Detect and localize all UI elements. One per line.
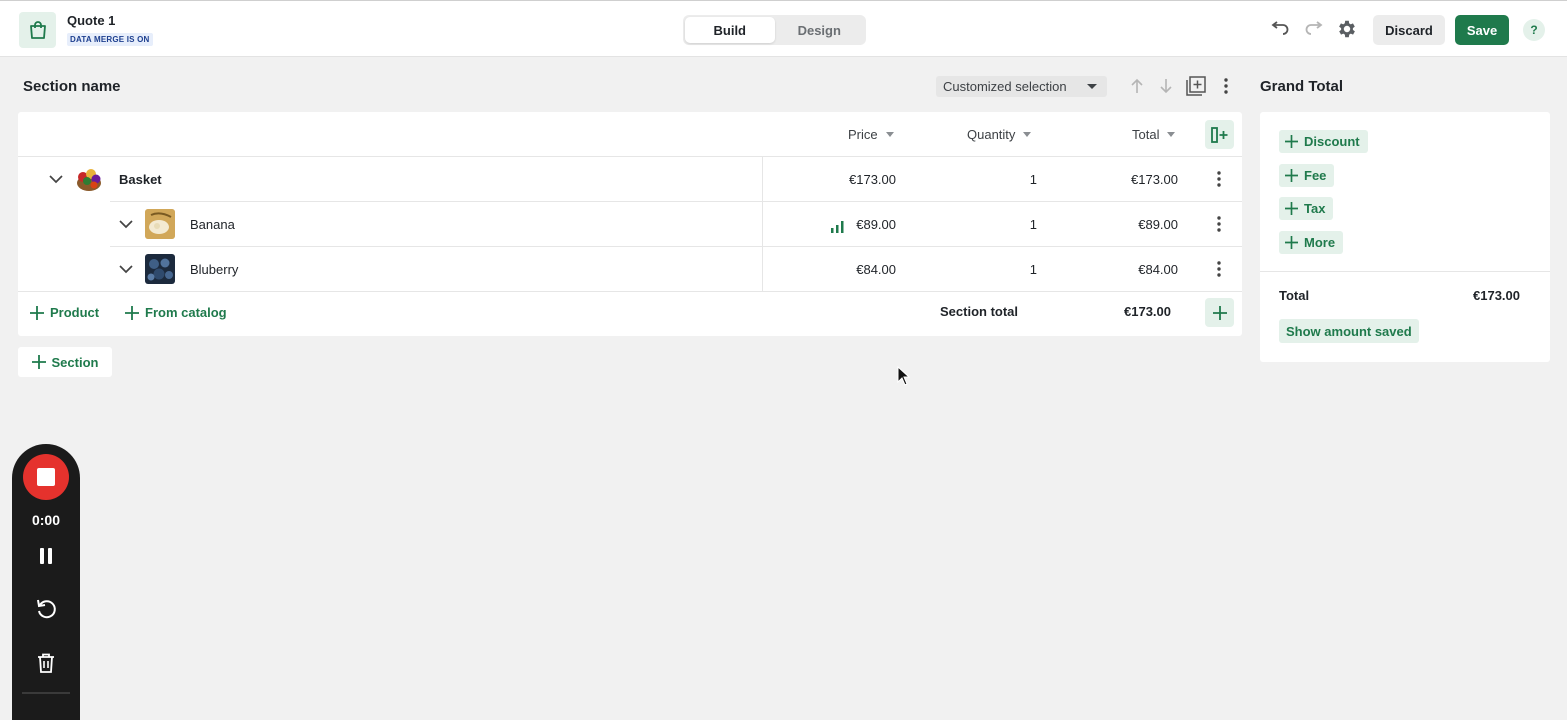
item-total: €84.00 <box>1138 262 1178 277</box>
recording-time: 0:00 <box>31 512 61 528</box>
plus-icon <box>1285 202 1298 215</box>
blueberry-thumbnail <box>145 254 175 284</box>
add-tax-label: Tax <box>1304 201 1326 216</box>
restart-icon[interactable] <box>34 597 58 621</box>
column-header-total-label: Total <box>1132 127 1160 142</box>
divider <box>22 692 70 694</box>
add-from-catalog-label: From catalog <box>145 305 227 320</box>
tab-design[interactable]: Design <box>775 17 865 43</box>
chevron-down-icon[interactable] <box>48 171 64 187</box>
mouse-cursor-icon <box>897 365 911 391</box>
item-name[interactable]: Bluberry <box>190 262 238 277</box>
document-title: Quote 1 <box>67 13 116 28</box>
row-menu-icon[interactable] <box>1211 259 1227 279</box>
add-column-button[interactable] <box>1205 120 1234 149</box>
stop-icon <box>37 468 55 486</box>
plus-icon <box>1285 236 1298 249</box>
plus-icon <box>125 305 139 320</box>
item-quantity[interactable]: 1 <box>978 172 1037 187</box>
divider <box>18 291 1242 292</box>
redo-icon[interactable] <box>1302 17 1326 41</box>
move-up-icon[interactable] <box>1127 76 1147 96</box>
item-price[interactable]: €84.00 <box>798 262 896 277</box>
add-section-label: Section <box>51 354 99 370</box>
plus-icon <box>1285 135 1298 148</box>
item-quantity[interactable]: 1 <box>978 217 1037 232</box>
row-menu-icon[interactable] <box>1211 169 1227 189</box>
move-down-icon[interactable] <box>1156 76 1176 96</box>
undo-icon[interactable] <box>1268 17 1292 41</box>
save-button[interactable]: Save <box>1455 15 1509 45</box>
show-amount-saved-button[interactable]: Show amount saved <box>1279 319 1419 343</box>
item-total: €89.00 <box>1138 217 1178 232</box>
add-fee-label: Fee <box>1304 168 1327 183</box>
selection-dropdown-label: Customized selection <box>943 79 1067 94</box>
item-total: €173.00 <box>1131 172 1178 187</box>
item-name[interactable]: Basket <box>119 172 162 187</box>
stop-recording-button[interactable] <box>23 454 69 500</box>
add-product-label: Product <box>50 305 100 320</box>
data-merge-badge: DATA MERGE IS ON <box>67 33 153 46</box>
screen-recorder-panel: 0:00 <box>12 444 80 720</box>
build-design-toggle: Build Design <box>683 15 866 45</box>
add-fee-button[interactable]: Fee <box>1279 164 1335 187</box>
grand-total-card: Discount Fee Tax More Total €173.00 Show… <box>1260 112 1550 362</box>
section-table: Price Quantity Total Basket €173.00 1 €1… <box>18 112 1242 336</box>
divider <box>1260 271 1550 272</box>
add-from-catalog-button[interactable]: From catalog <box>125 305 227 320</box>
column-header-price[interactable]: Price <box>848 127 894 142</box>
add-section-button[interactable]: Section <box>18 347 112 377</box>
pause-icon[interactable] <box>34 544 58 568</box>
add-product-button[interactable]: Product <box>30 305 99 320</box>
add-row-button[interactable] <box>1205 298 1234 327</box>
table-row[interactable]: Bluberry €84.00 1 €84.00 <box>18 247 1242 291</box>
add-more-label: More <box>1304 235 1336 250</box>
table-row[interactable]: Banana €89.00 1 €89.00 <box>18 202 1242 246</box>
help-icon[interactable]: ? <box>1523 19 1545 41</box>
section-total-value: €173.00 <box>1124 304 1171 319</box>
more-vertical-icon[interactable] <box>1216 76 1236 96</box>
add-discount-label: Discount <box>1304 134 1360 149</box>
item-quantity[interactable]: 1 <box>978 262 1037 277</box>
plus-icon <box>30 305 44 320</box>
tab-build[interactable]: Build <box>685 17 775 43</box>
chevron-down-icon[interactable] <box>118 216 134 232</box>
gear-icon[interactable] <box>1335 17 1359 41</box>
plus-icon <box>1212 305 1227 320</box>
sort-caret-icon <box>885 132 894 137</box>
selection-dropdown[interactable]: Customized selection <box>936 76 1107 97</box>
section-name[interactable]: Section name <box>23 78 121 95</box>
row-menu-icon[interactable] <box>1211 214 1227 234</box>
basket-thumbnail <box>74 164 104 194</box>
sort-caret-icon <box>1023 132 1032 137</box>
table-row[interactable]: Basket €173.00 1 €173.00 <box>18 157 1242 201</box>
caret-down-icon <box>1087 84 1097 89</box>
sort-caret-icon <box>1167 132 1176 137</box>
section-total-label: Section total <box>940 304 1019 319</box>
trash-icon[interactable] <box>34 651 58 675</box>
add-column-icon <box>1210 126 1227 143</box>
add-more-button[interactable]: More <box>1279 231 1344 254</box>
item-name[interactable]: Banana <box>190 217 235 232</box>
shopping-bag-icon <box>19 12 56 48</box>
item-price[interactable]: €173.00 <box>798 172 896 187</box>
top-bar: Quote 1 DATA MERGE IS ON Build Design Di… <box>0 0 1567 57</box>
column-header-quantity-label: Quantity <box>967 127 1016 142</box>
plus-icon <box>31 355 46 369</box>
column-header-total[interactable]: Total <box>1132 127 1176 142</box>
item-price[interactable]: €89.00 <box>798 217 896 232</box>
discard-button[interactable]: Discard <box>1373 15 1445 45</box>
grand-total-value: €173.00 <box>1473 288 1520 303</box>
grand-total-title: Grand Total <box>1260 78 1344 95</box>
add-to-library-icon[interactable] <box>1186 76 1206 96</box>
chevron-down-icon[interactable] <box>118 261 134 277</box>
add-discount-button[interactable]: Discount <box>1279 130 1368 153</box>
plus-icon <box>1285 169 1298 182</box>
banana-thumbnail <box>145 209 175 239</box>
column-header-price-label: Price <box>848 127 878 142</box>
add-tax-button[interactable]: Tax <box>1279 197 1334 220</box>
grand-total-label: Total <box>1279 288 1310 303</box>
column-header-quantity[interactable]: Quantity <box>967 127 1032 142</box>
